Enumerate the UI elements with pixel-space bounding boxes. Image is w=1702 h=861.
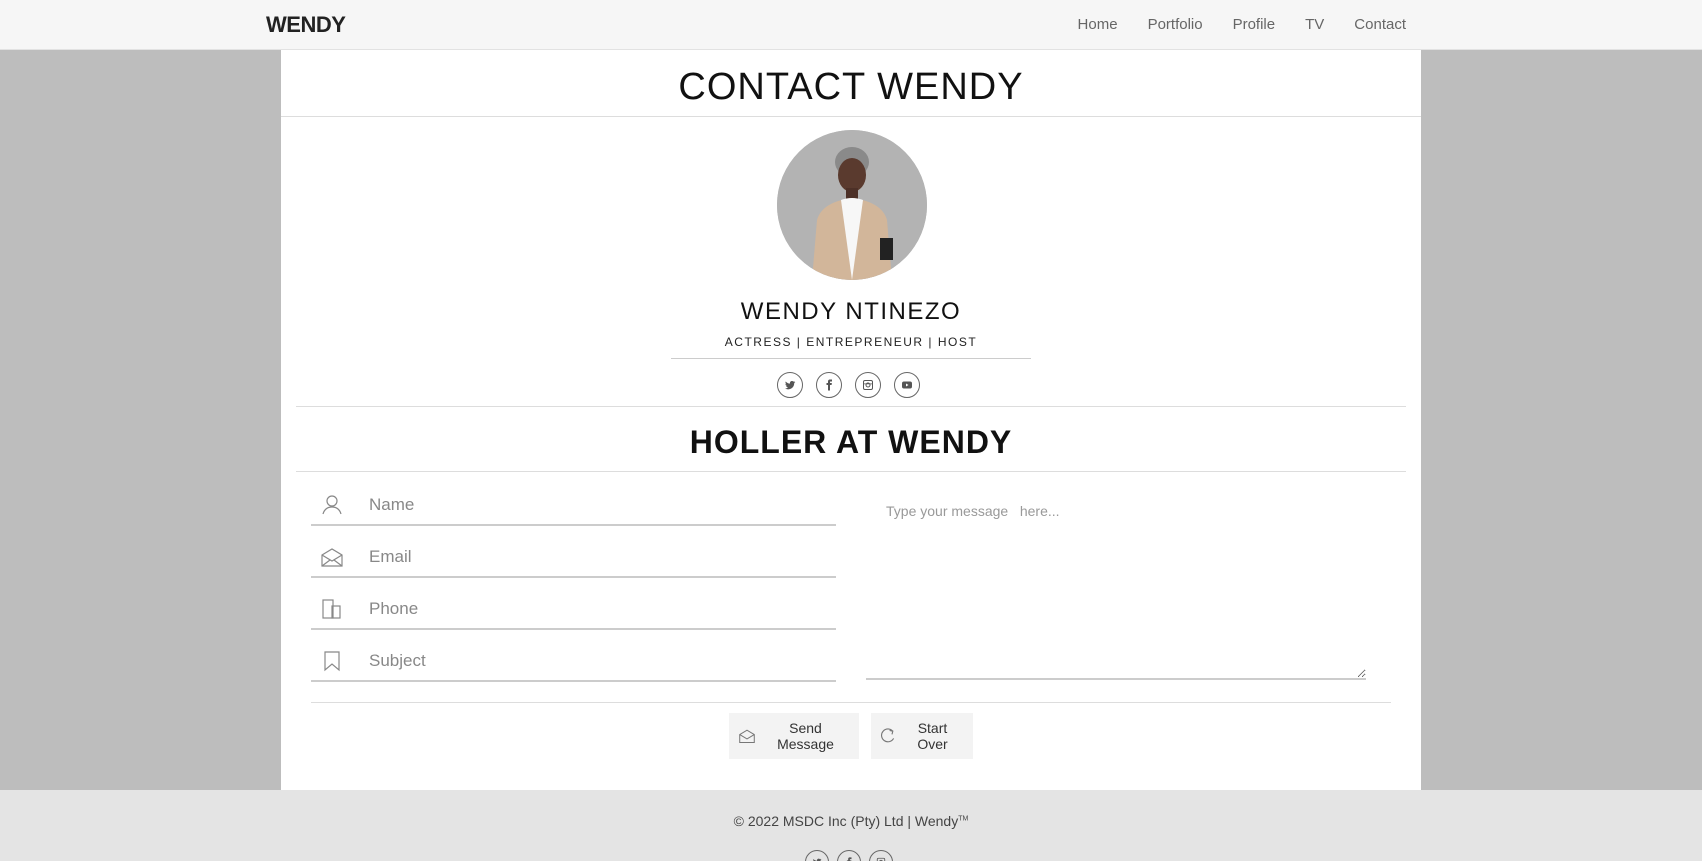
subject-input[interactable] — [369, 646, 819, 676]
copyright-label: © 2022 MSDC Inc (Pty) Ltd | Wendy — [733, 813, 959, 829]
divider — [671, 358, 1031, 359]
divider — [281, 116, 1421, 117]
profile-social-links — [777, 372, 920, 398]
divider — [296, 471, 1406, 472]
profile-name: WENDY NTINEZO — [740, 298, 962, 325]
instagram-icon[interactable] — [869, 850, 893, 861]
subject-field — [311, 644, 836, 682]
nav-menu: Home Portfolio Profile TV Contact — [1078, 16, 1406, 33]
footer-social-links — [805, 850, 893, 861]
youtube-icon[interactable] — [894, 372, 920, 398]
phone-field — [311, 592, 836, 630]
nav-link-home[interactable]: Home — [1078, 16, 1118, 33]
brand-logo[interactable]: WENDY — [266, 12, 346, 38]
nav-link-profile[interactable]: Profile — [1233, 16, 1276, 33]
facebook-icon[interactable] — [816, 372, 842, 398]
phone-input[interactable] — [369, 594, 819, 624]
trademark-mark: TM — [958, 815, 969, 823]
top-navbar: WENDY Home Portfolio Profile TV Contact — [0, 0, 1702, 50]
copyright-text: © 2022 MSDC Inc (Pty) Ltd | WendyTM — [0, 813, 1702, 829]
start-over-label: Start Over — [917, 720, 948, 752]
send-message-button[interactable]: Send Message — [729, 713, 859, 759]
name-input[interactable] — [369, 490, 819, 520]
footer: © 2022 MSDC Inc (Pty) Ltd | WendyTM — [0, 790, 1702, 861]
profile-role: ACTRESS | ENTREPRENEUR | HOST — [724, 335, 978, 349]
divider — [296, 406, 1406, 407]
envelope-icon — [321, 546, 343, 568]
email-field — [311, 540, 836, 578]
twitter-icon[interactable] — [805, 850, 829, 861]
refresh-icon — [881, 728, 895, 743]
nav-link-contact[interactable]: Contact — [1354, 16, 1406, 33]
start-over-button[interactable]: Start Over — [871, 713, 973, 759]
form-title: HOLLER AT WENDY — [689, 424, 1013, 460]
envelope-icon — [739, 729, 755, 744]
message-textarea[interactable] — [866, 495, 1366, 680]
instagram-icon[interactable] — [855, 372, 881, 398]
email-input[interactable] — [369, 542, 819, 572]
bookmark-icon — [321, 650, 343, 672]
send-message-label: Send Message — [777, 720, 834, 752]
devices-icon — [321, 598, 343, 620]
user-icon — [321, 494, 343, 516]
name-field — [311, 488, 836, 526]
content-panel: CONTACT WENDY WENDY NTINEZO ACTRESS | EN… — [281, 50, 1421, 790]
profile-avatar — [777, 130, 927, 280]
page-title: CONTACT WENDY — [678, 66, 1024, 108]
nav-link-portfolio[interactable]: Portfolio — [1148, 16, 1203, 33]
twitter-icon[interactable] — [777, 372, 803, 398]
nav-link-tv[interactable]: TV — [1305, 16, 1324, 33]
facebook-icon[interactable] — [837, 850, 861, 861]
divider — [311, 702, 1391, 703]
